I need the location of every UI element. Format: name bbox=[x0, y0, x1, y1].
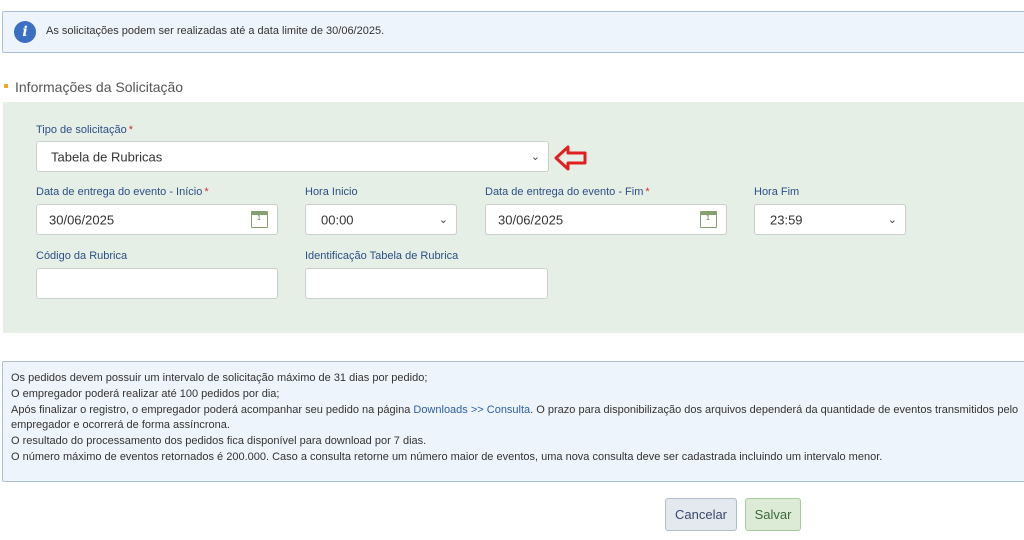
note-line: empregador e ocorrerá de forma assíncron… bbox=[11, 419, 230, 431]
calendar-icon[interactable] bbox=[700, 211, 717, 228]
hora-inicio-select[interactable]: 00:00 ⌄ bbox=[305, 204, 457, 235]
identificacao-tabela-label: Identificação Tabela de Rubrica bbox=[305, 250, 459, 262]
hora-fim-label: Hora Fim bbox=[754, 186, 800, 198]
note-line: Após finalizar o registro, o empregador … bbox=[11, 403, 1018, 417]
tipo-solicitacao-select[interactable]: Tabela de Rubricas ⌄ bbox=[36, 141, 549, 172]
chevron-down-icon: ⌄ bbox=[530, 150, 540, 163]
downloads-consulta-link[interactable]: Downloads >> Consulta bbox=[413, 404, 530, 416]
data-inicio-label: Data de entrega do evento - Início * bbox=[36, 186, 209, 198]
hora-inicio-label: Hora Inicio bbox=[305, 186, 358, 198]
data-fim-label-text: Data de entrega do evento - Fim bbox=[485, 186, 644, 198]
info-icon: i bbox=[14, 21, 36, 43]
required-marker: * bbox=[204, 186, 209, 198]
chevron-down-icon: ⌄ bbox=[438, 213, 448, 226]
tipo-solicitacao-label: Tipo de solicitação * bbox=[36, 124, 133, 136]
info-alert: i As solicitações podem ser realizadas a… bbox=[2, 11, 1024, 53]
alert-text: As solicitações podem ser realizadas até… bbox=[46, 25, 385, 37]
codigo-rubrica-label: Código da Rubrica bbox=[36, 250, 128, 262]
data-inicio-input[interactable]: 30/06/2025 bbox=[36, 204, 278, 235]
data-fim-input[interactable]: 30/06/2025 bbox=[485, 204, 727, 235]
cancel-button[interactable]: Cancelar bbox=[665, 498, 737, 531]
calendar-icon[interactable] bbox=[251, 211, 268, 228]
save-button[interactable]: Salvar bbox=[745, 498, 801, 531]
tipo-solicitacao-label-text: Tipo de solicitação bbox=[36, 124, 127, 136]
data-fim-label: Data de entrega do evento - Fim * bbox=[485, 186, 650, 198]
red-arrow-annotation-icon bbox=[554, 145, 587, 171]
note-line: O empregador poderá realizar até 100 ped… bbox=[11, 388, 280, 400]
hora-fim-select[interactable]: 23:59 ⌄ bbox=[754, 204, 906, 235]
hora-fim-value: 23:59 bbox=[770, 212, 803, 227]
data-inicio-label-text: Data de entrega do evento - Início bbox=[36, 186, 203, 198]
data-fim-value: 30/06/2025 bbox=[498, 212, 564, 227]
note-line: O número máximo de eventos retornados é … bbox=[11, 451, 883, 463]
tipo-solicitacao-value: Tabela de Rubricas bbox=[51, 149, 163, 164]
section-title-text: Informações da Solicitação bbox=[15, 79, 184, 95]
notes-box: Os pedidos devem possuir um intervalo de… bbox=[2, 361, 1024, 482]
data-inicio-value: 30/06/2025 bbox=[49, 212, 115, 227]
hora-inicio-value: 00:00 bbox=[321, 212, 354, 227]
required-marker: * bbox=[128, 124, 133, 136]
required-marker: * bbox=[645, 186, 650, 198]
note-line: Os pedidos devem possuir um intervalo de… bbox=[11, 372, 428, 384]
note-text: . O prazo para disponibilização dos arqu… bbox=[530, 404, 1019, 416]
section-bullet-icon bbox=[4, 84, 8, 89]
note-line: O resultado do processamento dos pedidos… bbox=[11, 435, 427, 447]
identificacao-tabela-input[interactable] bbox=[305, 268, 548, 299]
section-title: Informações da Solicitação bbox=[4, 79, 183, 95]
note-text: Após finalizar o registro, o empregador … bbox=[11, 404, 414, 416]
chevron-down-icon: ⌄ bbox=[887, 213, 897, 226]
codigo-rubrica-input[interactable] bbox=[36, 268, 278, 299]
